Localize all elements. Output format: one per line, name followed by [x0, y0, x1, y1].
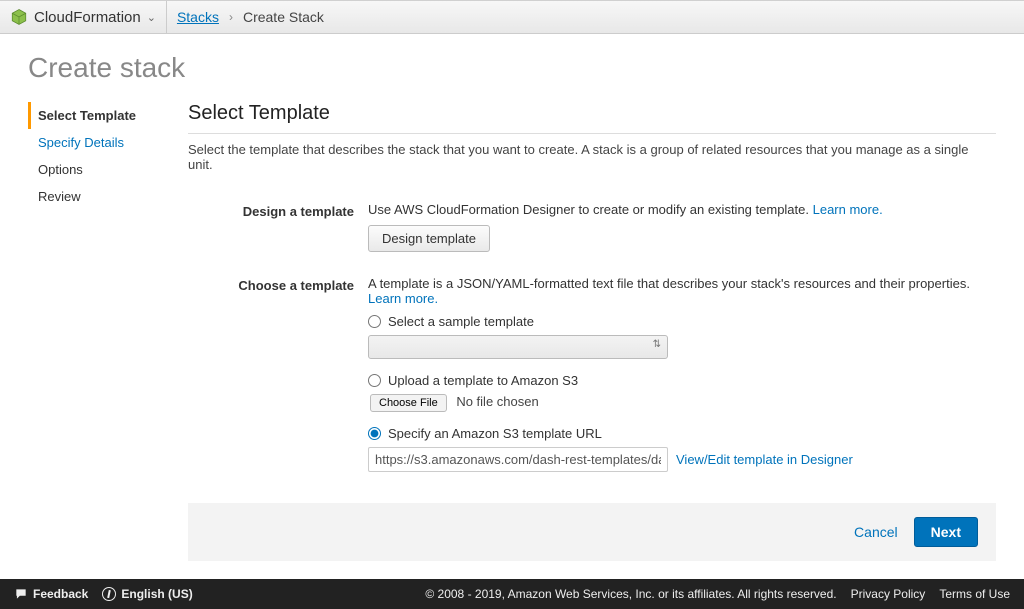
page-body: Create stack Select Template Specify Det… — [0, 34, 1024, 496]
global-footer: Feedback English (US) © 2008 - 2019, Ama… — [0, 579, 1024, 609]
choose-learn-more-link[interactable]: Learn more. — [368, 291, 438, 306]
design-template-desc: Use AWS CloudFormation Designer to creat… — [368, 202, 996, 217]
breadcrumb-create-stack: Create Stack — [233, 9, 334, 25]
radio-row-sample[interactable]: Select a sample template — [368, 314, 996, 329]
radio-s3-url[interactable] — [368, 427, 381, 440]
language-selector[interactable]: English (US) — [102, 587, 192, 601]
footer-right: © 2008 - 2019, Amazon Web Services, Inc.… — [425, 587, 1010, 601]
breadcrumb-stacks[interactable]: Stacks — [167, 9, 229, 25]
step-specify-details[interactable]: Specify Details — [28, 129, 188, 156]
cancel-button[interactable]: Cancel — [854, 524, 898, 540]
radio-row-upload[interactable]: Upload a template to Amazon S3 — [368, 373, 996, 388]
radio-block-sample: Select a sample template — [368, 314, 996, 359]
radio-url-label: Specify an Amazon S3 template URL — [388, 426, 602, 441]
radio-block-url: Specify an Amazon S3 template URL View/E… — [368, 426, 996, 472]
choose-desc-text: A template is a JSON/YAML-formatted text… — [368, 276, 970, 291]
design-learn-more-link[interactable]: Learn more. — [813, 202, 883, 217]
step-review[interactable]: Review — [28, 183, 188, 210]
wizard-steps-sidebar: Select Template Specify Details Options … — [28, 102, 188, 210]
service-selector[interactable]: CloudFormation ⌄ — [10, 1, 167, 33]
radio-upload[interactable] — [368, 374, 381, 387]
view-edit-designer-link[interactable]: View/Edit template in Designer — [676, 452, 853, 467]
radio-upload-label: Upload a template to Amazon S3 — [388, 373, 578, 388]
wizard-actions-bar: Cancel Next — [188, 503, 996, 561]
terms-of-use-link[interactable]: Terms of Use — [939, 587, 1010, 601]
no-file-chosen-label: No file chosen — [456, 394, 538, 409]
privacy-policy-link[interactable]: Privacy Policy — [851, 587, 926, 601]
design-template-body: Use AWS CloudFormation Designer to creat… — [368, 202, 996, 252]
speech-bubble-icon — [14, 587, 28, 601]
sample-template-select[interactable] — [368, 335, 668, 359]
section-subtitle: Select the template that describes the s… — [188, 142, 996, 172]
choose-template-row: Choose a template A template is a JSON/Y… — [188, 276, 996, 472]
main-panel: Select Template Select the template that… — [188, 102, 996, 496]
step-options[interactable]: Options — [28, 156, 188, 183]
s3-url-input[interactable] — [368, 447, 668, 472]
design-template-label: Design a template — [188, 202, 368, 219]
design-template-row: Design a template Use AWS CloudFormation… — [188, 202, 996, 252]
design-template-button[interactable]: Design template — [368, 225, 490, 252]
two-column-layout: Select Template Specify Details Options … — [28, 102, 996, 496]
choose-file-button[interactable]: Choose File — [370, 394, 447, 412]
service-name: CloudFormation — [34, 9, 141, 26]
page-title: Create stack — [28, 52, 996, 84]
design-desc-text: Use AWS CloudFormation Designer to creat… — [368, 202, 813, 217]
feedback-link[interactable]: Feedback — [14, 587, 88, 601]
globe-icon — [102, 587, 116, 601]
radio-sample-label: Select a sample template — [388, 314, 534, 329]
chevron-down-icon: ⌄ — [147, 11, 156, 24]
radio-block-upload: Upload a template to Amazon S3 Choose Fi… — [368, 373, 996, 412]
choose-template-body: A template is a JSON/YAML-formatted text… — [368, 276, 996, 472]
radio-row-url[interactable]: Specify an Amazon S3 template URL — [368, 426, 996, 441]
section-heading: Select Template — [188, 102, 996, 134]
copyright-text: © 2008 - 2019, Amazon Web Services, Inc.… — [425, 587, 836, 601]
url-input-row: View/Edit template in Designer — [368, 447, 996, 472]
upload-file-line: Choose File No file chosen — [370, 394, 996, 412]
cloudformation-icon — [10, 8, 28, 26]
radio-sample[interactable] — [368, 315, 381, 328]
top-nav-bar: CloudFormation ⌄ Stacks › Create Stack — [0, 0, 1024, 34]
choose-template-desc: A template is a JSON/YAML-formatted text… — [368, 276, 996, 306]
next-button[interactable]: Next — [914, 517, 978, 547]
choose-template-label: Choose a template — [188, 276, 368, 293]
footer-left: Feedback English (US) — [14, 587, 193, 601]
step-select-template[interactable]: Select Template — [28, 102, 188, 129]
